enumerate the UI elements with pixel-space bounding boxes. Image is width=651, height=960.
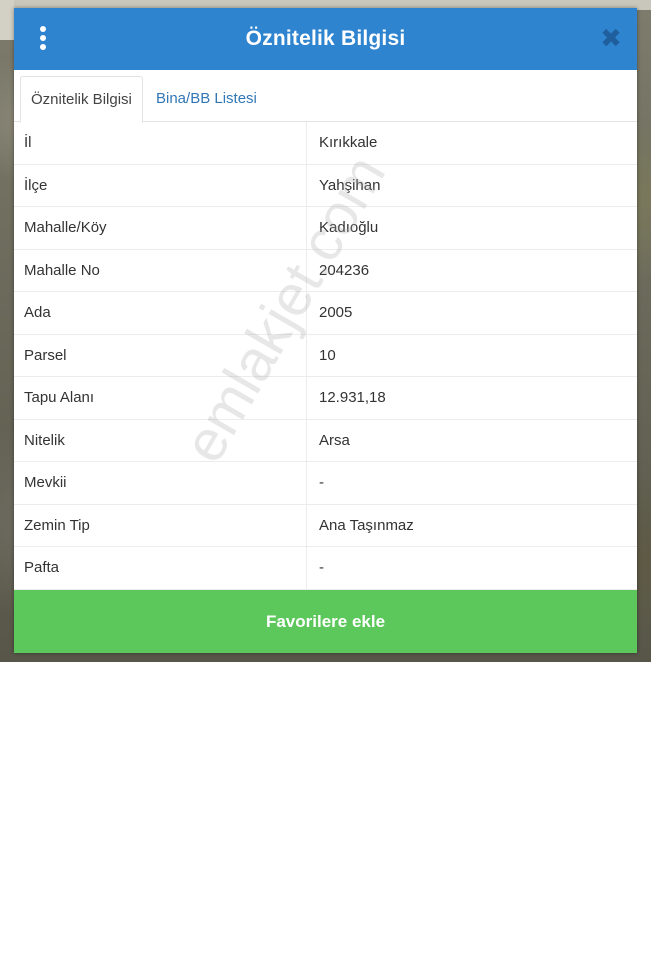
panel-header: Öznitelik Bilgisi ✖: [14, 8, 637, 70]
attribute-value: 12.931,18: [319, 389, 386, 406]
attribute-value: Yahşihan: [319, 176, 381, 194]
attribute-key: Tapu Alanı: [14, 377, 307, 419]
table-row: Ada 2005: [14, 292, 637, 335]
attribute-value: -: [319, 474, 324, 491]
attribute-info-panel: Öznitelik Bilgisi ✖ Öznitelik Bilgisi Bi…: [14, 8, 637, 653]
attribute-key: Nitelik: [14, 419, 307, 461]
table-row: İlçe Yahşihan: [14, 164, 637, 207]
table-row: Tapu Alanı 12.931,18: [14, 377, 637, 420]
attribute-key: Parsel: [14, 334, 307, 376]
attribute-key: Zemin Tip: [14, 504, 307, 546]
attribute-key: Pafta: [14, 547, 307, 589]
attribute-value: -: [319, 559, 324, 576]
table-row: Mahalle/Köy Kadıoğlu: [14, 207, 637, 250]
tab-bar: Öznitelik Bilgisi Bina/BB Listesi: [14, 70, 637, 123]
attribute-value: Arsa: [319, 431, 350, 449]
attribute-value: 2005: [319, 304, 353, 321]
attribute-table: İl Kırıkkale İlçe Yahşihan Mahalle/Köy K…: [14, 122, 637, 590]
table-row: Pafta -: [14, 547, 637, 590]
add-to-favorites-button[interactable]: Favorilere ekle: [14, 590, 637, 653]
attribute-value: Kırıkkale: [319, 134, 378, 151]
attribute-key: İl: [14, 122, 307, 164]
table-row: Mevkii -: [14, 462, 637, 505]
table-row: İl Kırıkkale: [14, 122, 637, 165]
attribute-value: Ana Taşınmaz: [319, 516, 414, 534]
table-row: Parsel 10: [14, 334, 637, 377]
attribute-key: Ada: [14, 292, 307, 334]
close-icon[interactable]: ✖: [597, 24, 625, 52]
table-row: Mahalle No 204236: [14, 249, 637, 292]
map-left-strip: [0, 0, 14, 40]
attribute-key: İlçe: [14, 164, 307, 206]
tab-attribute-info[interactable]: Öznitelik Bilgisi: [20, 76, 143, 123]
panel-title: Öznitelik Bilgisi: [245, 27, 406, 50]
table-row: Zemin Tip Ana Taşınmaz: [14, 504, 637, 547]
attribute-value: 10: [319, 346, 336, 364]
attribute-key: Mahalle No: [14, 249, 307, 291]
attribute-value: Kadıoğlu: [319, 219, 379, 236]
table-row: Nitelik Arsa: [14, 419, 637, 462]
attribute-key: Mahalle/Köy: [14, 207, 307, 249]
attribute-key: Mevkii: [14, 462, 307, 504]
tab-building-list[interactable]: Bina/BB Listesi: [146, 76, 267, 123]
attribute-value: 204236: [319, 261, 370, 279]
